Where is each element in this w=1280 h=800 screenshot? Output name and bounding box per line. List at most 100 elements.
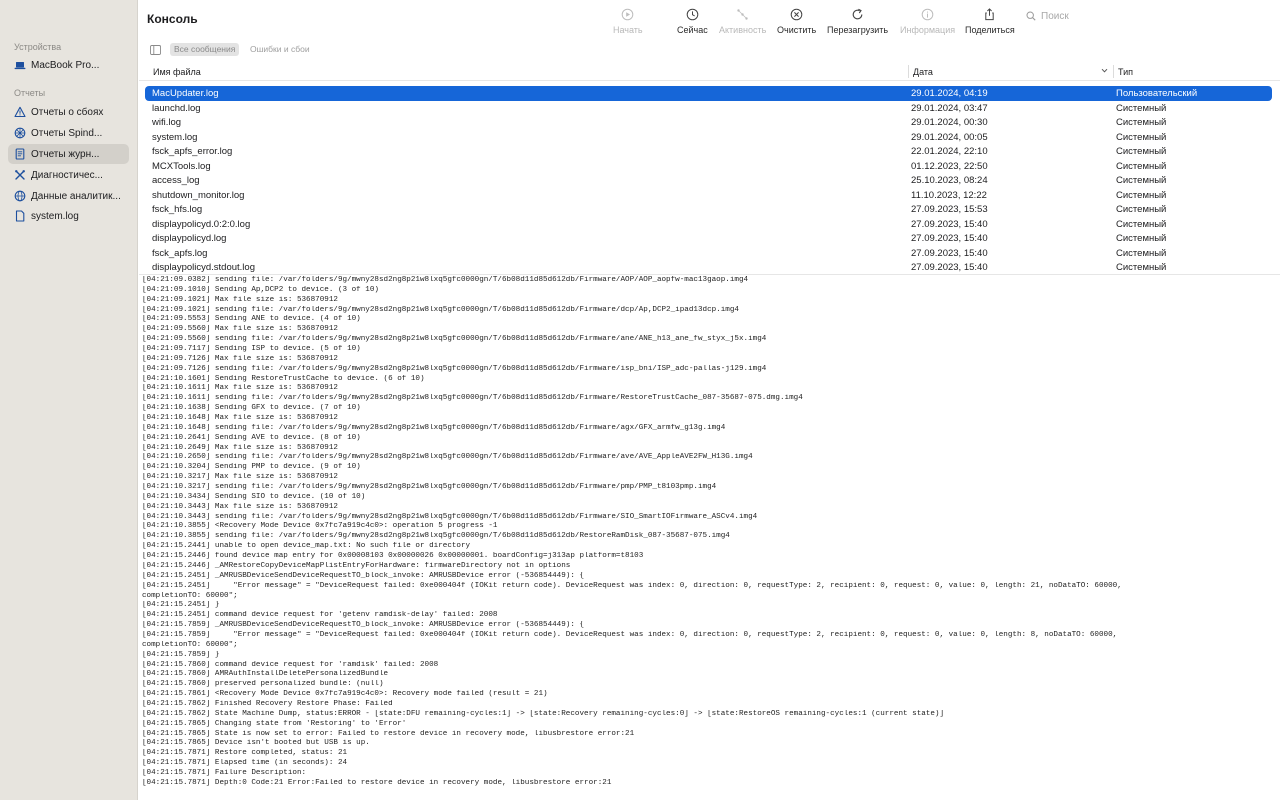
table-row[interactable]: MacUpdater.log 29.01.2024, 04:19 Пользоват…: [145, 86, 1272, 101]
log-content[interactable]: [04:21:09.0382] sending file: /var/folde…: [139, 274, 1280, 800]
log-line: [04:21:15.7871] Failure Description:: [142, 768, 307, 777]
column-divider[interactable]: [908, 65, 909, 78]
column-header-date[interactable]: Дата: [913, 67, 933, 77]
table-row[interactable]: displaypolicyd.0:2:0.log 27.09.2023, 15:4…: [145, 217, 1272, 232]
clear-button[interactable]: Очистить: [777, 8, 816, 38]
filter-all-messages[interactable]: Все сообщения: [170, 43, 240, 56]
sidebar-item-macbook[interactable]: MacBook Pro...: [8, 55, 129, 75]
log-line: completionTO: 60000";: [142, 640, 238, 649]
cell-type: Системный: [1116, 204, 1167, 215]
table-row[interactable]: system.log 29.01.2024, 00:05 Системный: [145, 130, 1272, 145]
sidebar-item-system-log[interactable]: system.log: [8, 206, 129, 226]
cell-date: 29.01.2024, 00:05: [911, 131, 988, 143]
cell-name: shutdown_monitor.log: [152, 189, 245, 201]
column-header-type[interactable]: Тип: [1118, 67, 1133, 77]
activity-button[interactable]: Активность: [719, 8, 766, 38]
console-window: Устройства MacBook Pro... Отчеты Отчеты …: [0, 0, 1280, 800]
table-row[interactable]: access_log 25.10.2023, 08:24 Системный: [145, 173, 1272, 188]
cell-name: system.log: [152, 131, 198, 143]
file-list: MacUpdater.log 29.01.2024, 04:19 Пользоват…: [145, 86, 1272, 275]
cell-date: 01.12.2023, 22:50: [911, 160, 988, 172]
share-icon: [985, 8, 995, 21]
sidebar-toggle-icon[interactable]: [150, 45, 161, 55]
log-line: [04:21:15.7860] preserved personalized b…: [142, 680, 384, 689]
analytics-icon: [14, 190, 26, 202]
cell-name: launchd.log: [152, 102, 201, 114]
cell-type: Системный: [1116, 218, 1167, 230]
spindump-icon: [14, 127, 26, 139]
table-header: Имя файла Дата Тип: [139, 62, 1280, 81]
column-header-name[interactable]: Имя файла: [153, 67, 201, 77]
sidebar-item-log-reports[interactable]: Отчеты журн...: [8, 144, 129, 164]
cell-date: 25.10.2023, 08:24: [911, 175, 988, 186]
table-row[interactable]: MCXTools.log 01.12.2023, 22:50 Системный: [145, 159, 1272, 174]
cell-date: 27.09.2023, 15:40: [911, 218, 988, 230]
cell-date: 29.01.2024, 03:47: [911, 102, 988, 114]
log-line: [04:21:15.7865] Device isn't booted but …: [142, 739, 370, 748]
log-line: [04:21:15.7862] State Machine Dump, stat…: [142, 709, 945, 718]
cell-date: 22.01.2024, 22:10: [911, 146, 988, 157]
sidebar-item-spindump[interactable]: Отчеты Spind...: [8, 123, 129, 143]
sidebar-item-label: Отчеты о сбоях: [31, 106, 104, 118]
now-icon: [686, 8, 699, 21]
cell-name: MacUpdater.log: [152, 88, 219, 99]
cell-name: fsck_apfs_error.log: [152, 146, 233, 157]
cell-date: 27.09.2023, 15:40: [911, 233, 988, 244]
sidebar-item-diagnostics[interactable]: Диагностичес...: [8, 165, 129, 185]
cell-name: wifi.log: [152, 117, 182, 128]
log-line: [04:21:10.3443] Max file size is: 536870…: [142, 502, 338, 511]
start-icon: [622, 8, 634, 21]
share-button[interactable]: Поделиться: [965, 8, 1015, 38]
log-line: [04:21:10.3855] <Recovery Mode Device 0x…: [142, 522, 498, 531]
chevron-down-icon[interactable]: [1100, 66, 1109, 75]
log-report-icon: [14, 148, 26, 160]
log-line: [04:21:15.7865] Changing state from 'Res…: [142, 719, 407, 728]
cell-name: MCXTools.log: [152, 160, 211, 172]
filter-errors-faults[interactable]: Ошибки и сбои: [246, 43, 314, 56]
sidebar-item-analytics[interactable]: Данные аналитик...: [8, 186, 129, 206]
table-row[interactable]: fsck_apfs.log 27.09.2023, 15:40 Системный: [145, 246, 1272, 261]
search-placeholder: Поиск: [1041, 10, 1069, 22]
table-row[interactable]: wifi.log 29.01.2024, 00:30 Системный: [145, 115, 1272, 130]
log-line: [04:21:15.2451] }: [142, 601, 220, 610]
search-icon: [1026, 11, 1036, 21]
log-line: [04:21:10.1648] Max file size is: 536870…: [142, 414, 338, 423]
log-line: [04:21:09.7126] Max file size is: 536870…: [142, 354, 338, 363]
cell-date: 29.01.2024, 00:30: [911, 117, 988, 128]
column-divider[interactable]: [1113, 65, 1114, 78]
log-line: [04:21:09.5560] Max file size is: 536870…: [142, 325, 338, 334]
log-line: [04:21:10.2641] Sending AVE to device. (…: [142, 433, 361, 442]
document-icon: [14, 210, 26, 222]
start-button[interactable]: Начать: [613, 8, 643, 38]
reload-button[interactable]: Перезагрузить: [827, 8, 888, 38]
log-line: [04:21:15.7862] Finished Recovery Restor…: [142, 699, 393, 708]
cell-type: Системный: [1116, 247, 1167, 259]
activity-icon: [737, 9, 748, 20]
log-line: [04:21:15.2451] "Error message" = "Devic…: [142, 581, 1122, 590]
cell-type: Системный: [1116, 146, 1167, 157]
cell-date: 11.10.2023, 12:22: [911, 189, 987, 201]
table-row[interactable]: fsck_apfs_error.log 22.01.2024, 22:10 Сист…: [145, 144, 1272, 159]
table-row[interactable]: fsck_hfs.log 27.09.2023, 15:53 Системный: [145, 202, 1272, 217]
log-line: [04:21:09.7117] Sending ISP to device. (…: [142, 345, 361, 354]
now-button[interactable]: Сейчас: [677, 8, 708, 38]
warning-triangle-icon: [14, 106, 26, 118]
info-button[interactable]: Информация: [900, 8, 955, 38]
log-line: [04:21:15.2451] _AMRUSBDeviceSendDeviceR…: [142, 571, 585, 580]
cell-type: Системный: [1116, 233, 1167, 244]
log-line: [04:21:15.2446] found device map entry f…: [142, 552, 644, 561]
log-line: completionTO: 60000";: [142, 591, 238, 600]
table-row[interactable]: displaypolicyd.stdout.log 27.09.2023, 15:…: [145, 260, 1272, 275]
log-line: [04:21:09.1021] Max file size is: 536870…: [142, 295, 338, 304]
log-line: [04:21:15.7859] _AMRUSBDeviceSendDeviceR…: [142, 621, 585, 630]
info-icon: [921, 8, 934, 21]
table-row[interactable]: displaypolicyd.log 27.09.2023, 15:40 Систе…: [145, 231, 1272, 246]
table-row[interactable]: shutdown_monitor.log 11.10.2023, 12:22 Сис…: [145, 188, 1272, 203]
cell-type: Системный: [1116, 102, 1167, 114]
log-line: [04:21:15.7860] command device request f…: [142, 660, 439, 669]
log-line: [04:21:09.1010] Sending Ap,DCP2 to devic…: [142, 285, 379, 294]
log-line: [04:21:15.7871] Restore completed, statu…: [142, 749, 348, 758]
sidebar-item-crash-reports[interactable]: Отчеты о сбоях: [8, 102, 129, 122]
search-input[interactable]: Поиск: [1024, 7, 1276, 25]
table-row[interactable]: launchd.log 29.01.2024, 03:47 Системный: [145, 101, 1272, 116]
